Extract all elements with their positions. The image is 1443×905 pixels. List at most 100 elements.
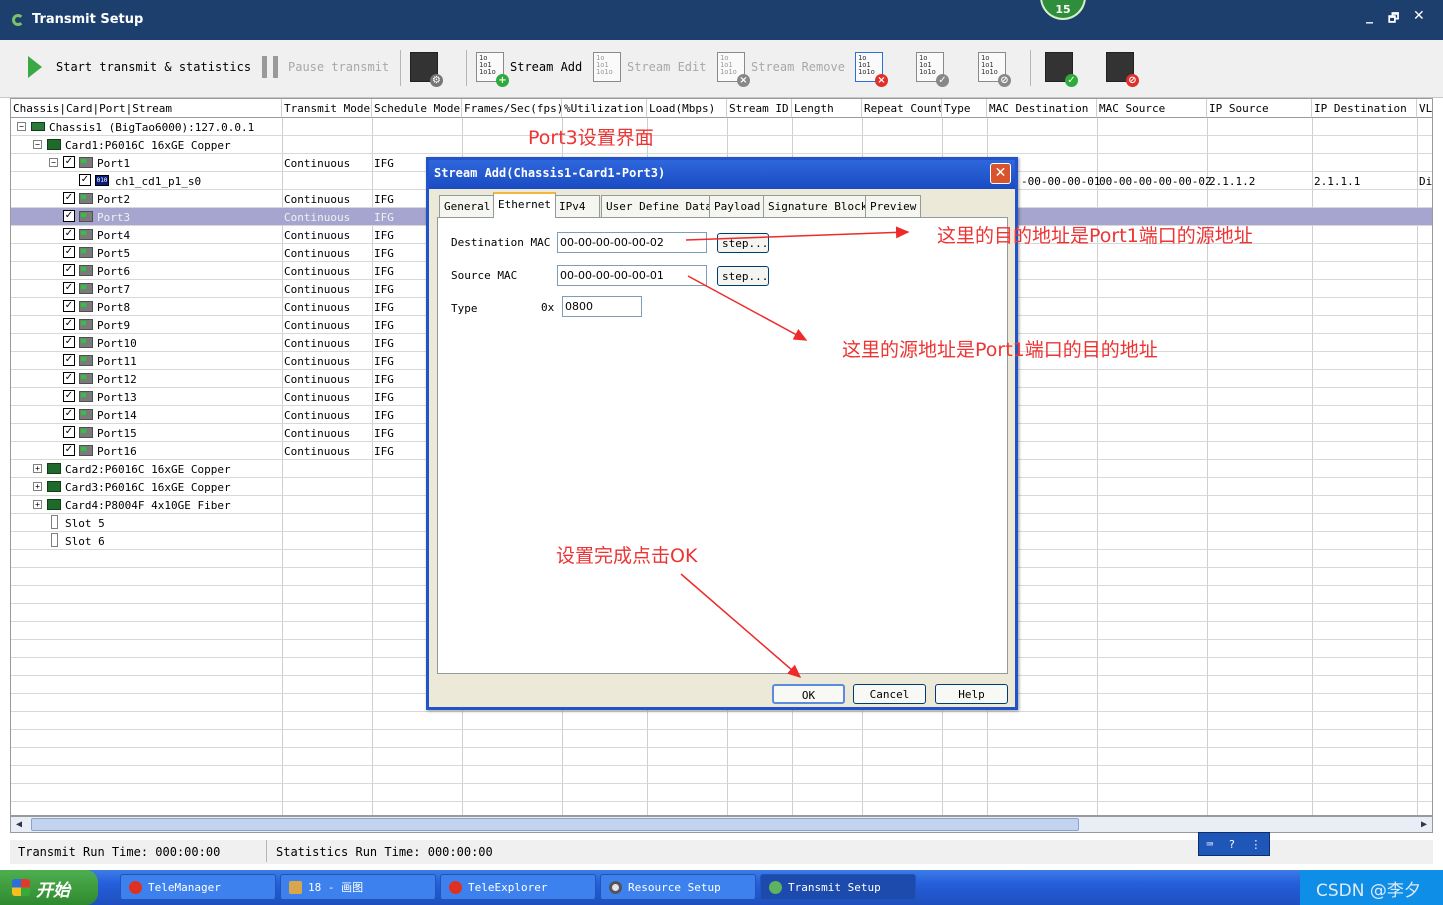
transmit-mode: Continuous <box>284 427 351 440</box>
scroll-left-icon[interactable]: ◀ <box>11 817 27 832</box>
stream-enable-button[interactable]: 1o 1o1 1o1o ✓ <box>916 52 949 87</box>
schedule-mode: IFG <box>374 373 394 386</box>
keyboard-icon[interactable]: ⌨ <box>1207 838 1214 851</box>
source-mac-input[interactable] <box>557 265 707 286</box>
port-checkbox[interactable]: ✓ <box>63 246 75 258</box>
tab-ethernet[interactable]: Ethernet <box>493 192 556 218</box>
ok-button[interactable]: OK <box>772 684 845 704</box>
port-label: Port2 <box>97 193 131 206</box>
task-paint[interactable]: 18 - 画图 <box>280 874 436 900</box>
card-icon <box>47 481 61 492</box>
tab-user-define-data[interactable]: User Define Data <box>601 195 717 217</box>
port-checkbox[interactable]: ✓ <box>63 408 75 420</box>
start-button[interactable]: 开始 <box>0 870 98 905</box>
port-checkbox[interactable]: ✓ <box>63 192 75 204</box>
schedule-mode: IFG <box>374 409 394 422</box>
column-header[interactable]: Transmit Mode <box>282 99 372 118</box>
ime-toolbar[interactable]: ⌨ ? ⋮ <box>1198 832 1270 856</box>
port-enable-button[interactable]: ✓ <box>1045 52 1078 87</box>
column-header[interactable]: Frames/Sec(fps) <box>462 99 562 118</box>
menu-arrow-icon[interactable]: ⋮ <box>1250 838 1261 851</box>
port-checkbox[interactable]: ✓ <box>63 354 75 366</box>
start-transmit-button[interactable]: Start transmit & statistics <box>28 52 251 82</box>
destination-mac-step-button[interactable]: step... <box>717 233 769 253</box>
pause-transmit-button[interactable]: Pause transmit <box>262 52 389 82</box>
column-header[interactable]: Type <box>942 99 987 118</box>
stream-add-button[interactable]: 1o 1o1 1o1o + Stream Add <box>476 52 582 87</box>
tab-ipv4[interactable]: IPv4 <box>554 195 600 217</box>
column-header[interactable]: Chassis|Card|Port|Stream <box>11 99 282 118</box>
help-button[interactable]: Help <box>935 684 1008 704</box>
port-checkbox[interactable]: ✓ <box>63 300 75 312</box>
tree-row-chassis[interactable]: − Chassis1 (BigTao6000):127.0.0.1 <box>11 118 1432 136</box>
port-checkbox[interactable]: ✓ <box>63 282 75 294</box>
stream-disable-button[interactable]: 1o 1o1 1o1o ⊘ <box>978 52 1011 87</box>
tab-payload[interactable]: Payload <box>709 195 766 217</box>
tab-preview[interactable]: Preview <box>865 195 922 217</box>
task-teleexplorer[interactable]: TeleExplorer <box>440 874 596 900</box>
cancel-button[interactable]: Cancel <box>853 684 926 704</box>
stream-icon: 010 <box>95 175 109 186</box>
destination-mac-input[interactable] <box>557 232 707 253</box>
help-icon[interactable]: ? <box>1229 838 1236 851</box>
collapse-icon[interactable]: − <box>49 158 58 167</box>
expand-icon[interactable]: + <box>33 482 42 491</box>
pause-icon <box>262 56 278 78</box>
transmit-run-time: Transmit Run Time: 000:00:00 <box>18 845 221 859</box>
type-input[interactable] <box>562 296 642 317</box>
column-header[interactable]: Load(Mbps) <box>647 99 727 118</box>
expand-icon[interactable]: + <box>33 500 42 509</box>
source-mac-step-button[interactable]: step... <box>717 266 769 286</box>
tree-row-card[interactable]: − Card1:P6016C 16xGE Copper <box>11 136 1432 154</box>
port-checkbox[interactable]: ✓ <box>63 390 75 402</box>
close-button[interactable]: ✕ <box>1413 8 1425 24</box>
collapse-icon[interactable]: − <box>17 122 26 131</box>
column-header[interactable]: IP Destination <box>1312 99 1417 118</box>
column-header[interactable]: MAC Destination <box>987 99 1097 118</box>
stream-add-icon: 1o 1o1 1o1o + <box>476 52 509 87</box>
port-checkbox[interactable]: ✓ <box>63 444 75 456</box>
stream-edit-button[interactable]: 1o 1o1 1o1o Stream Edit <box>593 52 706 82</box>
column-header[interactable]: Length <box>792 99 862 118</box>
port-disable-button[interactable]: ⊘ <box>1106 52 1139 87</box>
column-header[interactable]: Schedule Mode <box>372 99 462 118</box>
port-checkbox[interactable]: ✓ <box>63 372 75 384</box>
tab-general[interactable]: General <box>439 195 496 217</box>
column-header[interactable]: MAC Source <box>1097 99 1207 118</box>
port-checkbox[interactable]: ✓ <box>63 426 75 438</box>
stream-remove-all-button[interactable]: 1o 1o1 1o1o × <box>855 52 888 87</box>
port-config-button[interactable]: ⚙ <box>410 52 443 87</box>
column-header[interactable]: VL <box>1417 99 1432 118</box>
port-checkbox[interactable]: ✓ <box>63 228 75 240</box>
card-label: Card3:P6016C 16xGE Copper <box>65 481 231 494</box>
collapse-icon[interactable]: − <box>33 140 42 149</box>
port-checkbox[interactable]: ✓ <box>63 210 75 222</box>
task-transmit-setup[interactable]: Transmit Setup <box>760 874 916 900</box>
restore-button[interactable]: 🗗 <box>1388 9 1399 30</box>
port-checkbox[interactable]: ✓ <box>63 156 75 168</box>
tab-signature-block[interactable]: Signature Block <box>763 195 873 217</box>
port-checkbox[interactable]: ✓ <box>63 318 75 330</box>
port-checkbox[interactable]: ✓ <box>63 336 75 348</box>
horizontal-scrollbar[interactable]: ◀ ▶ <box>10 816 1433 833</box>
task-telemanager[interactable]: TeleManager <box>120 874 276 900</box>
expand-icon[interactable]: + <box>33 464 42 473</box>
column-header[interactable]: IP Source <box>1207 99 1312 118</box>
card-icon <box>47 499 61 510</box>
notification-badge[interactable]: 15 <box>1040 0 1086 20</box>
dialog-close-icon[interactable]: ✕ <box>990 163 1011 184</box>
task-resource-setup[interactable]: Resource Setup <box>600 874 756 900</box>
minimize-button[interactable]: _ <box>1366 8 1373 24</box>
column-header[interactable]: %Utilization <box>562 99 647 118</box>
port-icon <box>79 193 93 204</box>
telemanager-icon <box>129 880 142 894</box>
port-checkbox[interactable]: ✓ <box>63 264 75 276</box>
port-label: Port7 <box>97 283 131 296</box>
annotation-ok-note: 设置完成点击OK <box>556 545 698 567</box>
scroll-right-icon[interactable]: ▶ <box>1416 817 1432 832</box>
stream-checkbox[interactable]: ✓ <box>79 174 91 186</box>
column-header[interactable]: Repeat Count <box>862 99 942 118</box>
scrollbar-thumb[interactable] <box>31 818 1079 831</box>
stream-remove-button[interactable]: 1o 1o1 1o1o × Stream Remove <box>717 52 845 87</box>
column-header[interactable]: Stream ID <box>727 99 792 118</box>
